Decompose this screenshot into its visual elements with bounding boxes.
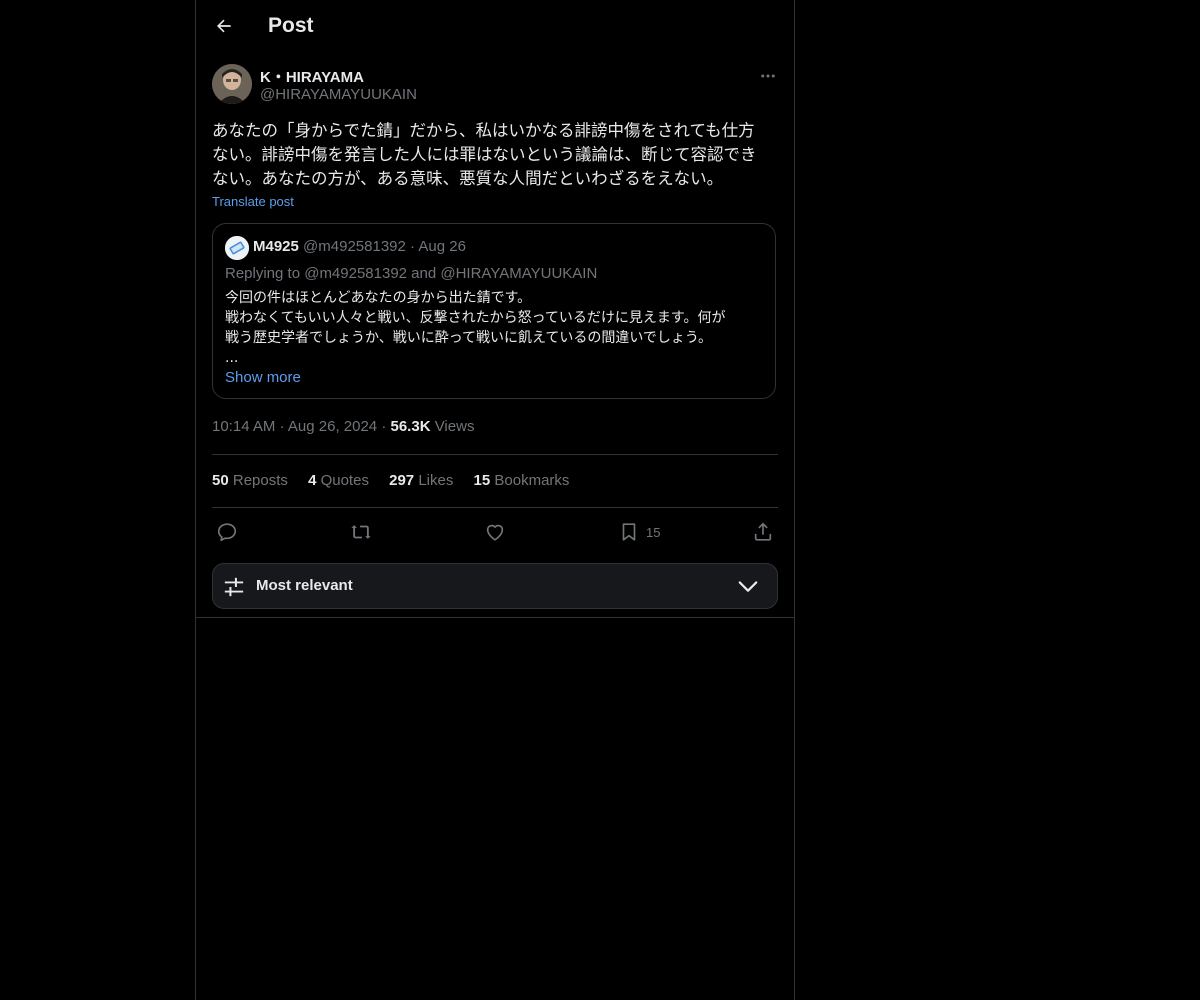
back-button[interactable] (210, 12, 238, 40)
top-bar: Post (196, 0, 794, 54)
post-text-line: ない。あなたの方が、ある意味、悪質な人間だといわざるをえない。 (212, 169, 724, 188)
reply-icon (217, 523, 237, 542)
likes-stat[interactable]: 297 Likes (389, 472, 453, 489)
sort-replies-dropdown[interactable]: Most relevant (212, 563, 778, 609)
avatar-image (212, 64, 252, 104)
share-icon (754, 522, 772, 541)
quote-header: M4925 @m492581392 · Aug 26 (253, 238, 466, 255)
action-bar: 15 (212, 516, 778, 548)
stat-label: Reposts (232, 472, 288, 489)
show-more-link[interactable]: Show more (225, 369, 301, 386)
share-button[interactable] (752, 520, 774, 544)
arrow-left-icon (217, 19, 231, 33)
quote-replying-to: Replying to @m492581392 and @HIRAYAMAYUU… (225, 265, 598, 282)
quote-text: 今回の件はほとんどあなたの身から出た錆です。 戦わなくてもいい人々と戦い、反撃さ… (225, 288, 765, 368)
bookmarks-stat[interactable]: 15 Bookmarks (474, 472, 570, 489)
post-column: Post K・HIRAYAMA @HIRAYAMAYUUKAIN あなたの「身か… (195, 0, 795, 1000)
quote-avatar-image (225, 236, 249, 260)
translate-post-link[interactable]: Translate post (212, 194, 294, 209)
quote-date: Aug 26 (418, 238, 466, 255)
like-button[interactable] (484, 520, 506, 544)
stat-label: Quotes (320, 472, 369, 489)
more-horizontal-icon (761, 74, 775, 78)
divider (212, 507, 778, 508)
chevron-down-icon (738, 581, 758, 592)
stat-count: 4 (308, 472, 317, 489)
post-meta: 10:14 AM · Aug 26, 2024 · 56.3K Views (212, 418, 474, 435)
divider (212, 454, 778, 455)
quote-author-handle: @m492581392 (303, 238, 406, 255)
author-handle[interactable]: @HIRAYAMAYUUKAIN (260, 86, 417, 103)
quotes-stat[interactable]: 4 Quotes (308, 472, 369, 489)
repost-button[interactable] (350, 520, 372, 544)
stat-label: Bookmarks (494, 472, 570, 489)
engagement-stats: 50 Reposts 4 Quotes 297 Likes 15 Bookmar… (212, 472, 585, 489)
post-text-line: ない。誹謗中傷を発言した人には罪はないという議論は、断じて容認でき (212, 145, 757, 164)
author-name[interactable]: K・HIRAYAMA (260, 66, 364, 87)
post-text: あなたの「身からでた錆」だから、私はいかなる誹謗中傷をされても仕方 ない。誹謗中… (212, 119, 778, 191)
stat-count: 50 (212, 472, 229, 489)
sort-label: Most relevant (256, 577, 353, 594)
quote-text-line: 今回の件はほとんどあなたの身から出た錆です。 (225, 290, 532, 306)
avatar[interactable] (212, 64, 252, 104)
section-divider (196, 617, 794, 618)
bookmark-icon (622, 523, 636, 541)
post-text-line: あなたの「身からでた錆」だから、私はいかなる誹謗中傷をされても仕方 (212, 121, 755, 140)
quote-text-line: ... (225, 350, 239, 366)
quote-author-name: M4925 (253, 238, 299, 255)
stat-count: 15 (473, 472, 491, 489)
quote-text-line: 戦う歴史学者でしょうか、戦いに酔って戦いに飢えているの間違いでしょう。 (225, 330, 713, 346)
meta-separator: · (279, 418, 285, 435)
reply-button[interactable] (216, 520, 238, 544)
heart-icon (486, 524, 504, 541)
views-count: 56.3K (390, 418, 431, 435)
bookmark-button[interactable]: 15 (618, 520, 660, 544)
more-options-button[interactable] (758, 66, 778, 86)
views-label: Views (434, 418, 475, 435)
bookmark-count: 15 (646, 524, 661, 540)
quote-separator: · (410, 238, 416, 255)
quote-avatar (225, 236, 249, 260)
page-title: Post (268, 14, 314, 37)
post-date[interactable]: Aug 26, 2024 (288, 418, 377, 435)
author-row: K・HIRAYAMA @HIRAYAMAYUUKAIN (212, 64, 778, 106)
quoted-post-card[interactable]: M4925 @m492581392 · Aug 26 Replying to @… (212, 223, 776, 399)
stat-label: Likes (418, 472, 454, 489)
quote-text-line: 戦わなくてもいい人々と戦い、反撃されたから怒っているだけに見えます。何が (225, 310, 726, 326)
post-time[interactable]: 10:14 AM (212, 418, 275, 435)
meta-separator: · (381, 418, 387, 435)
reposts-stat[interactable]: 50 Reposts (212, 472, 288, 489)
sliders-icon (224, 577, 244, 597)
repost-icon (351, 525, 371, 539)
stat-count: 297 (389, 472, 415, 489)
